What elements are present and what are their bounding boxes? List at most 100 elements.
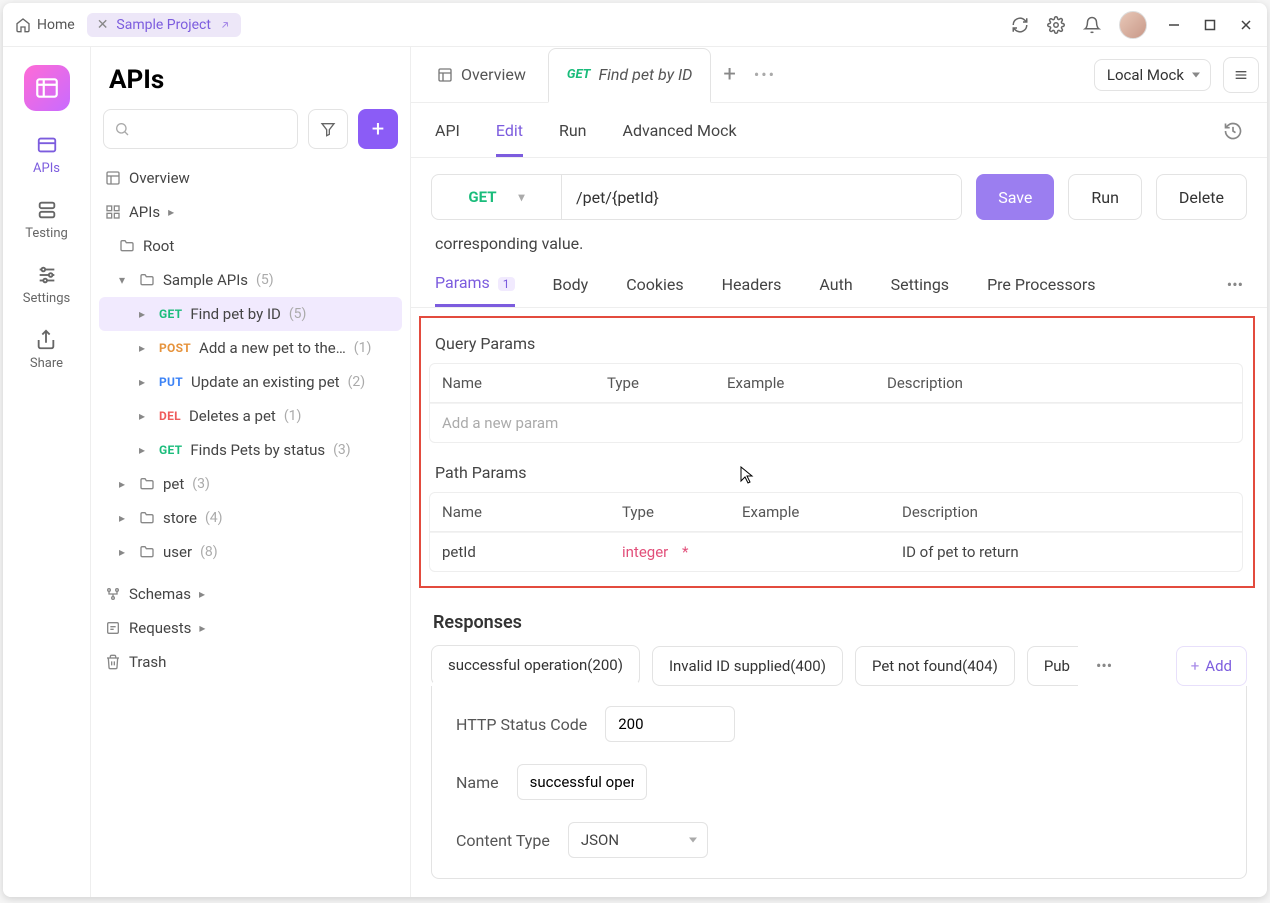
sidebar-api-update-pet[interactable]: ▸ PUT Update an existing pet (2): [91, 365, 410, 399]
home-icon: [15, 17, 31, 33]
folder-label: store: [163, 509, 197, 527]
maximize-icon[interactable]: [1201, 16, 1219, 34]
panel-menu-button[interactable]: [1223, 57, 1259, 93]
history-icon[interactable]: [1223, 121, 1243, 157]
folder-icon: [119, 238, 135, 254]
content-type-field: Content Type JSON: [456, 822, 1222, 858]
filter-button[interactable]: [308, 109, 348, 149]
avatar[interactable]: [1119, 11, 1147, 39]
inner-tab-run[interactable]: Run: [559, 121, 587, 157]
share-icon: [34, 328, 58, 352]
app-logo[interactable]: [24, 65, 70, 111]
environment-select[interactable]: Local Mock: [1094, 59, 1211, 91]
col-description: Description: [902, 503, 1230, 521]
menu-icon: [1233, 67, 1249, 83]
inner-tab-advanced-mock[interactable]: Advanced Mock: [623, 121, 737, 157]
param-tab-body[interactable]: Body: [553, 275, 589, 306]
search-input[interactable]: [103, 109, 298, 149]
sidebar-apis-group[interactable]: APIs ▸: [91, 195, 410, 229]
more-icon[interactable]: •••: [1090, 656, 1118, 675]
field-label: Content Type: [456, 831, 550, 850]
project-tab[interactable]: ✕ Sample Project: [87, 13, 241, 37]
add-tab-icon[interactable]: +: [723, 62, 735, 87]
param-tab-headers[interactable]: Headers: [722, 275, 782, 306]
param-tab-cookies[interactable]: Cookies: [626, 275, 683, 306]
bell-icon[interactable]: [1083, 16, 1101, 34]
sidebar-overview[interactable]: Overview: [91, 161, 410, 195]
requests-label: Requests: [129, 619, 191, 637]
api-count: (2): [348, 374, 366, 390]
response-tab-200[interactable]: successful operation(200): [431, 645, 640, 686]
doc-tab-find-pet[interactable]: GET Find pet by ID: [548, 48, 712, 103]
table-header: Name Type Example Description: [430, 493, 1242, 532]
delete-button[interactable]: Delete: [1156, 174, 1247, 220]
method-select[interactable]: GET ▾: [432, 175, 562, 219]
col-type: Type: [622, 503, 742, 521]
response-name-input[interactable]: [517, 764, 647, 800]
sidebar-api-add-pet[interactable]: ▸ POST Add a new pet to the… (1): [91, 331, 410, 365]
sidebar-folder-user[interactable]: ▸ user (8): [91, 535, 410, 569]
run-button[interactable]: Run: [1068, 174, 1142, 220]
rail-item-settings[interactable]: Settings: [23, 263, 70, 306]
path-param-row[interactable]: petId integer * ID of pet to return: [430, 532, 1242, 571]
folder-label: pet: [163, 475, 184, 493]
param-tabs: Params 1 Body Cookies Headers Auth Setti…: [411, 263, 1267, 308]
method-badge: POST: [159, 341, 191, 355]
inner-tab-api[interactable]: API: [435, 121, 460, 157]
param-tab-auth[interactable]: Auth: [819, 275, 852, 306]
sidebar-schemas[interactable]: Schemas ▸: [91, 577, 410, 611]
url-input[interactable]: [562, 175, 961, 219]
sidebar-folder-sample-apis[interactable]: ▾ Sample APIs (5): [91, 263, 410, 297]
sidebar-folder-store[interactable]: ▸ store (4): [91, 501, 410, 535]
folder-count: (4): [205, 510, 223, 526]
content-type-select[interactable]: JSON: [568, 822, 708, 858]
close-window-icon[interactable]: [1237, 16, 1255, 34]
folder-icon: [139, 544, 155, 560]
sidebar-api-delete-pet[interactable]: ▸ DEL Deletes a pet (1): [91, 399, 410, 433]
rail-item-testing[interactable]: Testing: [25, 198, 68, 241]
col-example: Example: [727, 374, 887, 392]
sidebar-folder-pet[interactable]: ▸ pet (3): [91, 467, 410, 501]
query-params-table: Name Type Example Description Add a new …: [429, 363, 1243, 443]
inner-tab-edit[interactable]: Edit: [496, 121, 523, 157]
filter-icon: [320, 121, 336, 137]
api-label: Update an existing pet: [191, 373, 340, 391]
rail-item-share[interactable]: Share: [30, 328, 63, 371]
sidebar-folder-root[interactable]: Root: [91, 229, 410, 263]
save-button[interactable]: Save: [976, 174, 1054, 220]
col-description: Description: [887, 374, 1230, 392]
more-icon[interactable]: •••: [754, 65, 776, 84]
sidebar-requests[interactable]: Requests ▸: [91, 611, 410, 645]
chevron-right-icon: ▸: [119, 477, 131, 491]
doc-tab-overview[interactable]: Overview: [419, 47, 544, 102]
overview-icon: [105, 170, 121, 186]
add-button[interactable]: +: [358, 109, 398, 149]
col-name: Name: [442, 503, 622, 521]
response-tab-400[interactable]: Invalid ID supplied(400): [652, 646, 843, 686]
minimize-icon[interactable]: [1165, 16, 1183, 34]
field-label: HTTP Status Code: [456, 715, 587, 734]
status-code-input[interactable]: [605, 706, 735, 742]
refresh-icon[interactable]: [1011, 16, 1029, 34]
more-icon[interactable]: •••: [1227, 275, 1243, 306]
inner-tabs: API Edit Run Advanced Mock: [411, 103, 1267, 158]
param-tab-pre-processors[interactable]: Pre Processors: [987, 275, 1095, 306]
response-tab-404[interactable]: Pet not found(404): [855, 646, 1015, 686]
tab-method-badge: GET: [567, 67, 591, 82]
param-tab-params[interactable]: Params 1: [435, 273, 515, 307]
col-example: Example: [742, 503, 902, 521]
sidebar-api-find-pet[interactable]: ▸ GET Find pet by ID (5): [99, 297, 402, 331]
close-icon[interactable]: ✕: [97, 17, 109, 33]
param-tab-settings[interactable]: Settings: [891, 275, 949, 306]
add-param-row[interactable]: Add a new param: [430, 403, 1242, 442]
home-tab[interactable]: Home: [15, 17, 75, 33]
field-label: Name: [456, 773, 499, 792]
gear-icon[interactable]: [1047, 16, 1065, 34]
path-params-heading: Path Params: [421, 443, 1253, 492]
response-tab-truncated[interactable]: Pub: [1027, 646, 1078, 686]
sidebar-trash[interactable]: Trash: [91, 645, 410, 679]
add-response-button[interactable]: + Add: [1176, 646, 1247, 686]
sidebar-api-find-by-status[interactable]: ▸ GET Finds Pets by status (3): [91, 433, 410, 467]
rail-item-apis[interactable]: APIs: [33, 133, 60, 176]
method-value: GET: [468, 188, 496, 206]
